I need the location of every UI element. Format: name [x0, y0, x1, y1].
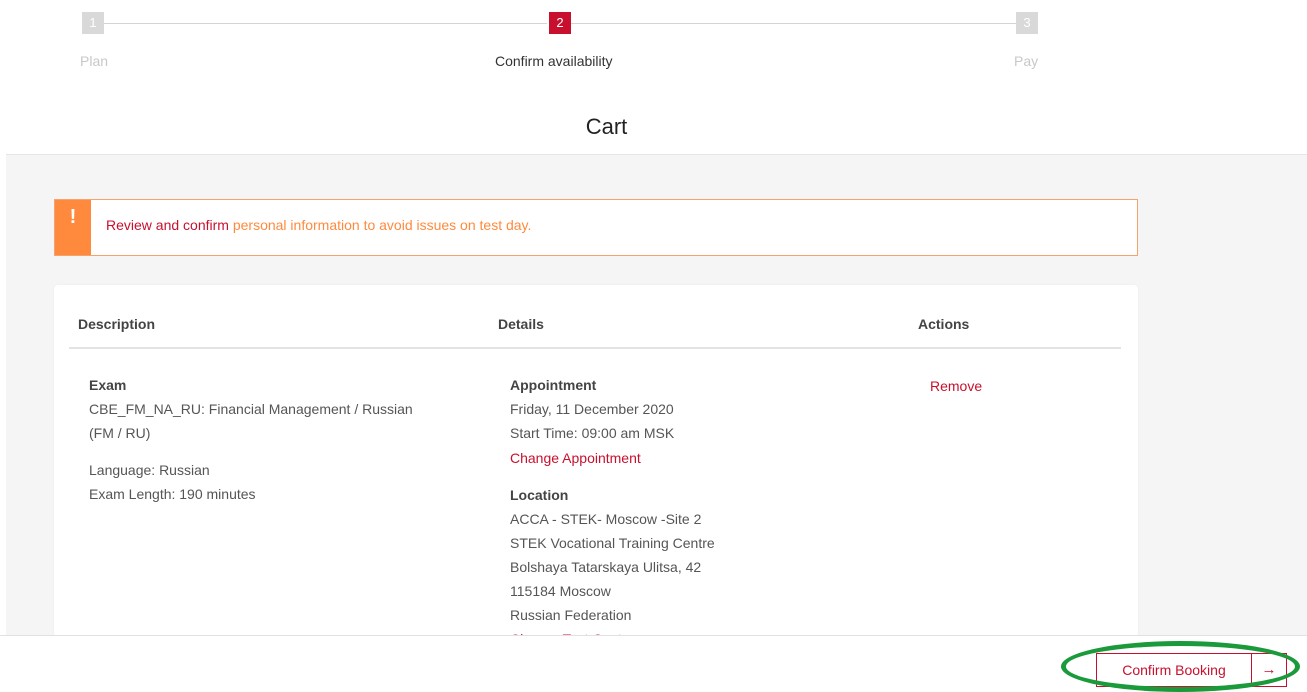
location-line: Bolshaya Tatarskaya Ulitsa, 42 — [510, 559, 702, 575]
cart-table: Description Details Actions Exam CBE_FM_… — [54, 285, 1138, 655]
exam-length: Exam Length: 190 minutes — [89, 486, 256, 502]
column-header-description: Description — [78, 316, 156, 332]
step-3-label: Pay — [1014, 53, 1039, 69]
confirm-booking-button[interactable]: Confirm Booking — [1096, 653, 1251, 687]
alert-message: Review and confirm personal information … — [106, 217, 531, 233]
step-1-number: 1 — [82, 12, 104, 34]
footer-bar: Confirm Booking → — [0, 635, 1307, 687]
details-cell: Appointment Friday, 11 December 2020 Sta… — [510, 373, 715, 651]
change-appointment-link[interactable]: Change Appointment — [510, 446, 715, 470]
step-1-label: Plan — [80, 53, 109, 69]
alert-banner: ! Review and confirm personal informatio… — [54, 199, 1138, 256]
arrow-right-icon[interactable]: → — [1251, 653, 1287, 687]
column-header-actions: Actions — [918, 316, 970, 332]
location-line: Russian Federation — [510, 607, 632, 623]
alert-strong-text: Review and confirm — [106, 217, 229, 233]
exam-name-line: CBE_FM_NA_RU: Financial Management / Rus… — [89, 401, 413, 417]
exam-name-line: (FM / RU) — [89, 425, 151, 441]
exam-label: Exam — [89, 377, 127, 393]
stepper-connector — [104, 23, 547, 24]
appointment-label: Appointment — [510, 377, 597, 393]
alert-icon: ! — [55, 200, 91, 255]
step-3-number: 3 — [1016, 12, 1038, 34]
stepper-connector — [571, 23, 1016, 24]
actions-cell: Remove — [930, 374, 982, 398]
remove-link[interactable]: Remove — [930, 374, 982, 398]
description-cell: Exam CBE_FM_NA_RU: Financial Management … — [89, 373, 413, 506]
location-label: Location — [510, 487, 569, 503]
location-line: 115184 Moscow — [510, 583, 611, 599]
appointment-date: Friday, 11 December 2020 — [510, 401, 674, 417]
alert-rest-text: personal information to avoid issues on … — [232, 217, 532, 233]
header-divider — [69, 347, 1121, 349]
appointment-start-time: Start Time: 09:00 am MSK — [510, 425, 675, 441]
column-header-details: Details — [498, 316, 544, 332]
progress-stepper: 1 2 3 Plan Confirm availability Pay — [0, 0, 1307, 90]
exam-language: Language: Russian — [89, 462, 210, 478]
location-line: ACCA - STEK- Moscow -Site 2 — [510, 511, 702, 527]
step-2-label: Confirm availability — [495, 53, 613, 69]
step-2-number: 2 — [549, 12, 571, 34]
exam-name: CBE_FM_NA_RU: Financial Management / Rus… — [89, 397, 413, 445]
page-title: Cart — [585, 114, 628, 139]
location-line: STEK Vocational Training Centre — [510, 535, 715, 551]
